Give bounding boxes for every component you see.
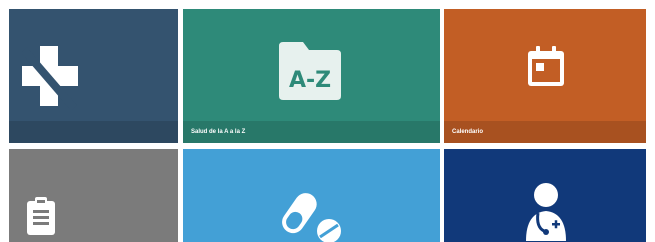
tile-medicos[interactable] bbox=[444, 149, 646, 242]
tile-footer bbox=[9, 121, 178, 143]
pills-icon bbox=[282, 193, 341, 242]
clipboard-icon bbox=[27, 197, 55, 235]
doctor-icon bbox=[526, 183, 566, 241]
tile-health-logo[interactable] bbox=[9, 9, 178, 143]
tile-medicamentos[interactable] bbox=[183, 149, 440, 242]
folder-a-z-text: A-Z bbox=[289, 68, 331, 93]
tile-label: Calendario bbox=[452, 129, 484, 135]
tile-footer: Calendario bbox=[444, 121, 646, 143]
tile-salud-a-z[interactable]: A-Z Salud de la A a la Z bbox=[183, 9, 440, 143]
medical-cross-icon bbox=[22, 46, 78, 110]
tile-clipboard[interactable] bbox=[9, 149, 178, 242]
tile-label: Salud de la A a la Z bbox=[191, 129, 246, 135]
calendar-icon bbox=[528, 46, 564, 86]
tile-calendario[interactable]: Calendario bbox=[444, 9, 646, 143]
folder-a-z-icon: A-Z bbox=[279, 42, 341, 100]
tile-footer: Salud de la A a la Z bbox=[183, 121, 440, 143]
